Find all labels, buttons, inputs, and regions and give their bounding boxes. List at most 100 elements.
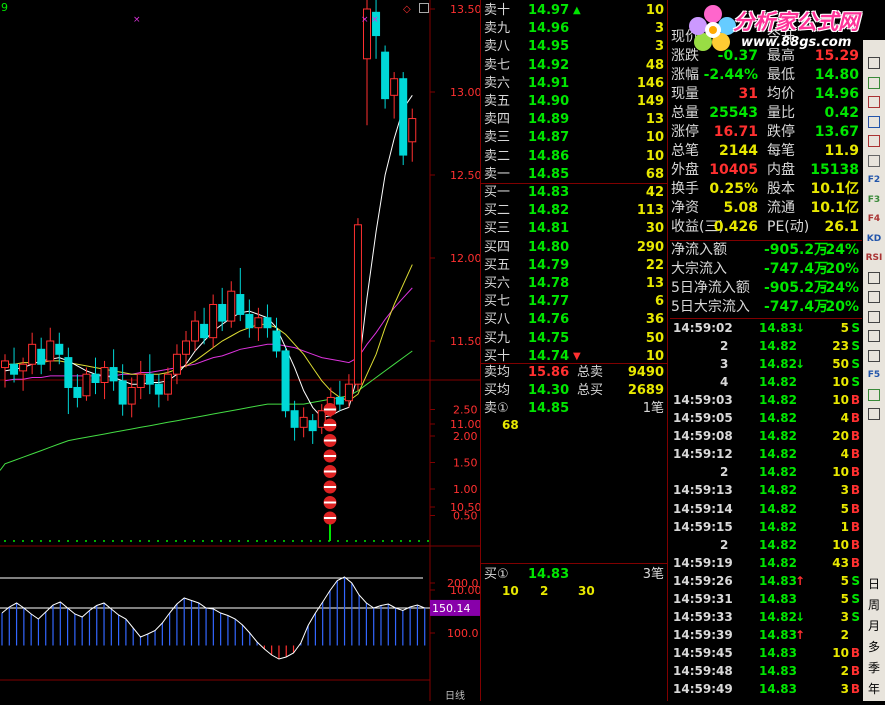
candle-body[interactable] bbox=[400, 79, 407, 155]
candlesticks[interactable] bbox=[2, 0, 416, 444]
book-row-bids[interactable]: 买四14.80290 bbox=[481, 239, 667, 257]
candle-body[interactable] bbox=[210, 304, 217, 337]
toolbar-tl6-icon[interactable] bbox=[865, 386, 883, 404]
book-row-bids[interactable]: 买一14.8342 bbox=[481, 184, 667, 202]
toolbar-tl3-icon[interactable] bbox=[865, 308, 883, 326]
period-tab-0[interactable]: 日 bbox=[866, 575, 882, 592]
candle-body[interactable] bbox=[56, 344, 63, 354]
candle-body[interactable] bbox=[345, 384, 352, 401]
book-row-bids[interactable]: 买八14.7636 bbox=[481, 311, 667, 329]
chart-svg[interactable]: 13.5013.0012.5012.0011.5011.0010.5010.00… bbox=[0, 0, 480, 701]
candle-body[interactable] bbox=[29, 344, 36, 364]
candle-body[interactable] bbox=[300, 417, 307, 427]
book-row-bids[interactable]: 买六14.7813 bbox=[481, 275, 667, 293]
tick-row[interactable]: 14:59:1914.8243B bbox=[670, 554, 862, 572]
period-tab-4[interactable]: 季 bbox=[866, 659, 882, 676]
candle-body[interactable] bbox=[11, 364, 18, 374]
toolbar-tl1-icon[interactable] bbox=[865, 269, 883, 287]
tick-row[interactable]: 14:59:0214.83↓5S bbox=[670, 319, 862, 337]
candle-body[interactable] bbox=[282, 351, 289, 411]
book-row-asks[interactable]: 卖七14.9248 bbox=[481, 57, 667, 75]
toolbar-rsi-icon[interactable]: RSI bbox=[865, 249, 883, 267]
candle-body[interactable] bbox=[65, 358, 72, 388]
candle-body[interactable] bbox=[192, 321, 199, 341]
book-row-bids[interactable]: 买七14.776 bbox=[481, 293, 667, 311]
candle-body[interactable] bbox=[409, 119, 416, 142]
toolbar-f4-icon[interactable]: F4 bbox=[865, 210, 883, 228]
candle-body[interactable] bbox=[264, 318, 271, 328]
candle-body[interactable] bbox=[20, 364, 27, 371]
candle-body[interactable] bbox=[47, 341, 54, 361]
toolbar-f2-icon[interactable]: F2 bbox=[865, 171, 883, 189]
toolbar-ch5-icon[interactable] bbox=[865, 132, 883, 150]
tick-row[interactable]: 14:59:1514.821B bbox=[670, 518, 862, 536]
candle-body[interactable] bbox=[128, 387, 135, 404]
tick-row[interactable]: 214.8210B bbox=[670, 463, 862, 481]
book-row-asks[interactable]: 卖八14.953 bbox=[481, 38, 667, 56]
period-tab-1[interactable]: 周 bbox=[866, 596, 882, 613]
chart-area[interactable]: 13.5013.0012.5012.0011.5011.0010.5010.00… bbox=[0, 0, 480, 701]
toolbar-kd-icon[interactable]: KD bbox=[865, 230, 883, 248]
candle-body[interactable] bbox=[183, 341, 190, 354]
candle-body[interactable] bbox=[38, 349, 45, 364]
candle-body[interactable] bbox=[92, 374, 99, 382]
tick-row[interactable]: 14:59:0314.8210B bbox=[670, 391, 862, 409]
tick-row[interactable]: 414.8210S bbox=[670, 373, 862, 391]
buy1-queue-row[interactable]: 买①14.833笔 bbox=[481, 566, 667, 584]
candle-body[interactable] bbox=[382, 52, 389, 98]
candle-body[interactable] bbox=[246, 314, 253, 327]
tick-row[interactable]: 14:59:4514.8310B bbox=[670, 644, 862, 662]
tick-row[interactable]: 314.82↓50S bbox=[670, 355, 862, 373]
candle-body[interactable] bbox=[237, 295, 244, 315]
tick-row[interactable]: 14:59:3914.83↑2 bbox=[670, 626, 862, 644]
book-row-bids[interactable]: 买二14.82113 bbox=[481, 202, 667, 220]
candle-body[interactable] bbox=[164, 374, 171, 394]
toolbar-ch1-icon[interactable] bbox=[865, 54, 883, 72]
toolbar-f3-icon[interactable]: F3 bbox=[865, 191, 883, 209]
candle-body[interactable] bbox=[74, 387, 81, 397]
tick-row[interactable]: 14:59:0514.824B bbox=[670, 409, 862, 427]
candle-body[interactable] bbox=[155, 384, 162, 394]
candle-body[interactable] bbox=[354, 225, 361, 384]
diamond-icon[interactable]: ◇ bbox=[403, 4, 411, 15]
toolbar-ch2-icon[interactable] bbox=[865, 74, 883, 92]
toolbar-fn1-icon[interactable] bbox=[865, 152, 883, 170]
tick-row[interactable]: 14:59:4914.833B bbox=[670, 680, 862, 698]
toolbar-tl5-icon[interactable] bbox=[865, 347, 883, 365]
toolbar-tl2-icon[interactable] bbox=[865, 288, 883, 306]
candle-body[interactable] bbox=[228, 291, 235, 321]
tick-row[interactable]: 14:59:3314.82↓3S bbox=[670, 608, 862, 626]
book-row-bids[interactable]: 买九14.7550 bbox=[481, 330, 667, 348]
tick-row[interactable]: 14:59:1314.823B bbox=[670, 481, 862, 499]
period-tab-2[interactable]: 月 bbox=[866, 617, 882, 634]
candle-body[interactable] bbox=[137, 374, 144, 387]
tick-row[interactable]: 14:59:1214.824B bbox=[670, 445, 862, 463]
candle-body[interactable] bbox=[110, 368, 117, 381]
tick-row[interactable]: 14:59:2614.83↑5S bbox=[670, 572, 862, 590]
candle-body[interactable] bbox=[391, 79, 398, 96]
candle-body[interactable] bbox=[146, 374, 153, 384]
book-row-asks[interactable]: 卖十14.97▲10 bbox=[481, 2, 667, 20]
candle-body[interactable] bbox=[2, 361, 9, 368]
book-row-asks[interactable]: 卖二14.8610 bbox=[481, 148, 667, 166]
candle-body[interactable] bbox=[119, 381, 126, 404]
book-row-bids[interactable]: 买三14.8130 bbox=[481, 220, 667, 238]
sell1-queue-row[interactable]: 卖①14.851笔 bbox=[481, 400, 667, 418]
book-row-asks[interactable]: 卖三14.8710 bbox=[481, 129, 667, 147]
period-tab-5[interactable]: 年 bbox=[866, 680, 882, 697]
toolbar-tl4-icon[interactable] bbox=[865, 327, 883, 345]
candle-body[interactable] bbox=[291, 411, 298, 428]
book-row-bids[interactable]: 买五14.7922 bbox=[481, 257, 667, 275]
candle-body[interactable] bbox=[101, 368, 108, 383]
tick-row[interactable]: 14:59:4814.832B bbox=[670, 662, 862, 680]
candle-body[interactable] bbox=[219, 304, 226, 321]
book-row-asks[interactable]: 卖六14.91146 bbox=[481, 75, 667, 93]
candle-body[interactable] bbox=[336, 397, 343, 404]
window-box-icon[interactable] bbox=[419, 3, 429, 13]
tick-row[interactable]: 14:59:3114.835S bbox=[670, 590, 862, 608]
tick-row[interactable]: 14:59:1414.825B bbox=[670, 500, 862, 518]
candle-body[interactable] bbox=[309, 421, 316, 431]
candle-body[interactable] bbox=[255, 318, 262, 328]
tick-row[interactable]: 214.8210B bbox=[670, 536, 862, 554]
candle-body[interactable] bbox=[83, 374, 90, 396]
